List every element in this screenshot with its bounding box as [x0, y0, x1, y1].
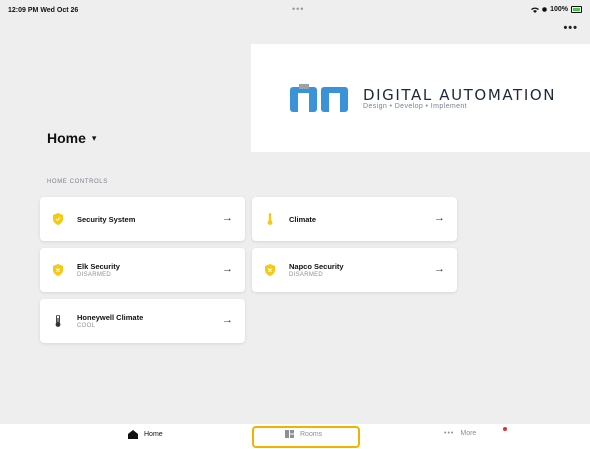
status-time-date: 12:09 PM Wed Oct 26 — [8, 7, 78, 14]
more-options-icon[interactable]: ••• — [563, 22, 578, 34]
battery-percentage: 100% — [550, 6, 568, 13]
status-bar: 12:09 PM Wed Oct 26 ••• 100% — [0, 0, 590, 20]
logo-subtitle: Design • Develop • Implement — [363, 103, 468, 110]
arrow-right-icon: → — [434, 263, 445, 275]
card-title: Climate — [289, 215, 317, 224]
page-title: Home — [47, 130, 86, 146]
tab-label: Home — [144, 431, 163, 438]
ellipsis-icon: ••• — [444, 430, 455, 437]
card-elk-security[interactable]: Elk Security DISARMED → — [40, 248, 245, 292]
arrow-right-icon: → — [222, 314, 233, 326]
rooms-icon — [285, 430, 294, 438]
card-napco-security[interactable]: Napco Security DISARMED → — [252, 248, 457, 292]
digital-automation-logo-icon — [290, 84, 348, 112]
thermometer-icon — [55, 315, 61, 327]
card-status: DISARMED — [289, 272, 324, 278]
moon-icon — [542, 7, 547, 12]
tab-home[interactable]: Home — [128, 430, 163, 439]
status-indicators: 100% — [531, 6, 582, 13]
status-date: Wed Oct 26 — [40, 7, 79, 14]
logo-title: DIGITAL AUTOMATION — [363, 86, 557, 104]
arrow-right-icon: → — [222, 263, 233, 275]
thermometer-icon — [267, 213, 273, 225]
tab-rooms[interactable]: Rooms — [285, 430, 322, 438]
battery-icon — [571, 6, 582, 13]
tab-label: More — [460, 430, 477, 437]
logo-banner: DIGITAL AUTOMATION Design • Develop • Im… — [251, 44, 590, 152]
tab-more[interactable]: ••• More — [444, 430, 476, 437]
card-title: Napco Security — [289, 262, 344, 271]
status-time: 12:09 PM — [8, 7, 39, 14]
card-security-system[interactable]: Security System → — [40, 197, 245, 241]
arrow-right-icon: → — [434, 212, 445, 224]
card-honeywell-climate[interactable]: Honeywell Climate COOL → — [40, 299, 245, 343]
wifi-icon — [531, 7, 540, 13]
notification-badge — [503, 427, 507, 431]
card-status: DISARMED — [77, 272, 112, 278]
card-title: Honeywell Climate — [77, 313, 144, 322]
tab-label: Rooms — [300, 430, 323, 438]
shield-icon — [53, 213, 63, 225]
section-label: HOME CONTROLS — [47, 179, 108, 185]
shield-icon — [265, 264, 275, 276]
card-title: Security System — [77, 215, 136, 224]
card-status: COOL — [77, 323, 96, 329]
card-climate[interactable]: Climate → — [252, 197, 457, 241]
card-title: Elk Security — [77, 262, 120, 271]
tab-bar: Home Rooms ••• More — [0, 424, 590, 449]
house-icon — [128, 430, 138, 439]
home-selector[interactable]: Home ▾ — [47, 130, 96, 146]
caret-down-icon: ▾ — [91, 132, 97, 143]
multitasking-dots-icon[interactable]: ••• — [292, 4, 304, 14]
arrow-right-icon: → — [222, 212, 233, 224]
shield-icon — [53, 264, 63, 276]
